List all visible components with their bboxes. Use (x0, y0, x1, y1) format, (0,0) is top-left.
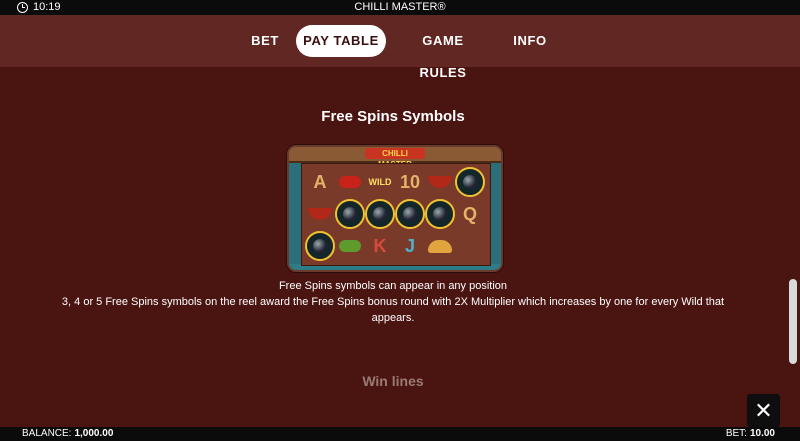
free-spins-symbol (395, 199, 425, 229)
free-spins-symbol (365, 199, 395, 229)
wild-label: WILD (368, 177, 392, 187)
symbol-j: J (404, 235, 415, 256)
bet-label: BET: (725, 428, 747, 439)
pay-table-content[interactable]: Free Spins Symbols CHILLI MASTER A WILD … (0, 67, 786, 427)
tab-info[interactable]: INFO (505, 25, 555, 57)
free-spins-symbol (455, 167, 485, 197)
tab-pay-table[interactable]: PAY TABLE (296, 25, 386, 57)
taco-symbol (425, 231, 455, 261)
tab-game-rules[interactable]: GAME RULES (397, 25, 489, 80)
section-title: Free Spins Symbols (321, 108, 465, 125)
balance-value: 1,000.00 (74, 428, 114, 439)
desc-line-3: appears. (371, 312, 415, 324)
win-lines-title: Win lines (362, 373, 424, 389)
tab-bet[interactable]: BET (243, 25, 287, 57)
symbol-10: 10 (399, 171, 421, 192)
close-button[interactable]: ✕ (747, 394, 780, 427)
bet-value: 10.00 (749, 428, 775, 439)
scrollbar-thumb[interactable] (789, 279, 797, 364)
free-spins-description: Free Spins symbols can appear in any pos… (0, 278, 786, 326)
wild-symbol: WILD (365, 167, 395, 197)
game-logo: CHILLI MASTER (365, 148, 425, 169)
app-title: CHILLI MASTER® (354, 1, 446, 13)
desc-line-1: Free Spins symbols can appear in any pos… (278, 280, 508, 292)
bowl-symbol (425, 167, 455, 197)
desc-line-2: 3, 4 or 5 Free Spins symbols on the reel… (61, 296, 725, 308)
symbol-a: A (313, 171, 327, 192)
green-pepper-symbol (335, 231, 365, 261)
balance-label: BALANCE: (22, 428, 72, 439)
pepper-symbol (335, 167, 365, 197)
symbol-k: K (373, 235, 387, 256)
scrollbar[interactable] (788, 67, 798, 427)
reel-grid: A WILD 10 Q K J (301, 163, 491, 266)
bottom-bar: BALANCE: 1,000.00 BET: 10.00 (0, 427, 800, 441)
symbol-q: Q (462, 203, 477, 224)
free-spins-example-image: CHILLI MASTER A WILD 10 Q K J (287, 145, 503, 272)
top-nav: BET PAY TABLE GAME RULES INFO (0, 15, 800, 80)
reel-roof: CHILLI MASTER (289, 147, 501, 169)
bet-display: BET: 10.00 (726, 427, 775, 441)
close-icon: ✕ (754, 398, 773, 423)
free-spins-symbol (305, 231, 335, 261)
free-spins-symbol (335, 199, 365, 229)
free-spins-symbol (425, 199, 455, 229)
balance-display: BALANCE: 1,000.00 (22, 427, 113, 441)
reel-side-left (289, 163, 301, 264)
status-bar: 10:19 CHILLI MASTER® (0, 0, 800, 15)
bowl-symbol (305, 199, 335, 229)
